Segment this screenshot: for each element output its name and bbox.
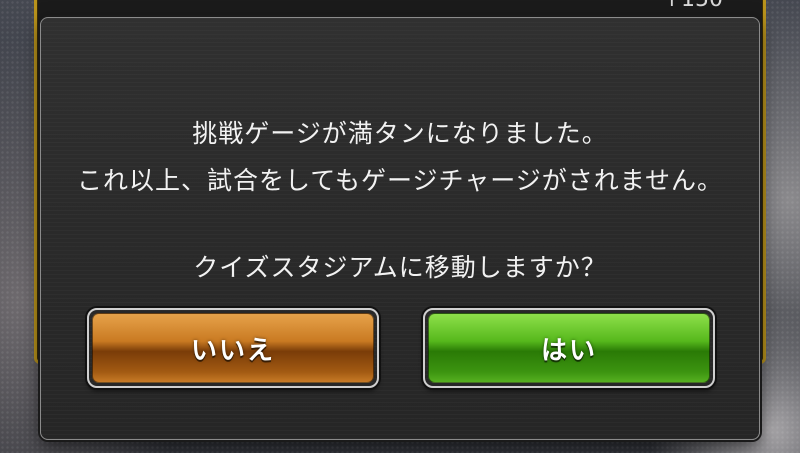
dialog-message-line1: 挑戦ゲージが満タンになりました。 <box>192 119 608 148</box>
yes-button-label: はい <box>540 335 597 366</box>
dialog-message-line2: これ以上、試合をしてもゲージチャージがされません。 <box>76 166 723 195</box>
dialog-question: クイズスタジアムに移動しますか？ <box>193 253 607 282</box>
no-button[interactable]: いいえ <box>87 308 379 388</box>
confirm-dialog: 挑戦ゲージが満タンになりました。 これ以上、試合をしてもゲージチャージがされませ… <box>40 17 760 440</box>
yes-button[interactable]: はい <box>423 308 715 388</box>
no-button-label: いいえ <box>190 335 275 366</box>
background-score: +150 <box>663 0 723 12</box>
